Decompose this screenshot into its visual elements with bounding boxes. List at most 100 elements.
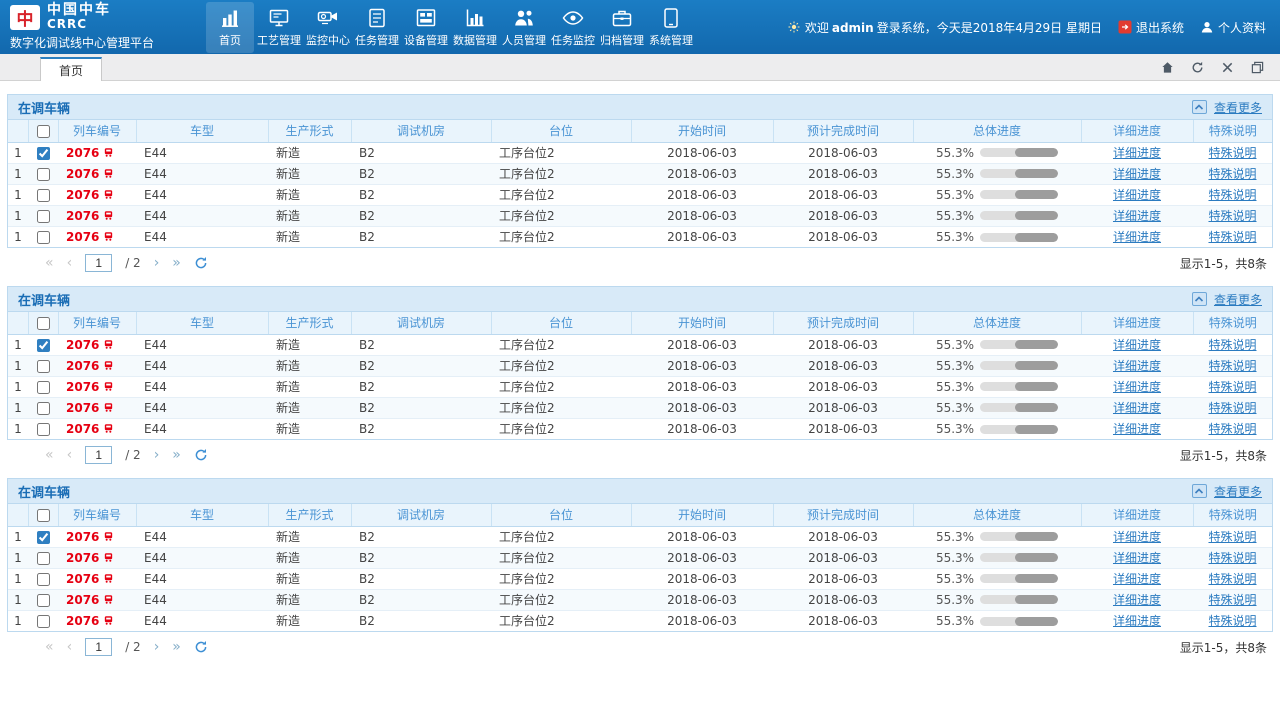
detail-progress-link[interactable]: 详细进度 bbox=[1113, 572, 1161, 586]
row-checkbox[interactable] bbox=[36, 338, 50, 352]
nav-item-data[interactable]: 数据管理 bbox=[451, 2, 499, 53]
row-checkbox[interactable] bbox=[36, 593, 50, 607]
windows-icon[interactable] bbox=[1251, 61, 1264, 74]
prev-page-button[interactable]: ‹ bbox=[67, 640, 73, 654]
refresh-icon[interactable] bbox=[194, 256, 208, 270]
row-checkbox[interactable] bbox=[36, 146, 50, 160]
nav-item-home[interactable]: 首页 bbox=[206, 1, 254, 53]
last-page-button[interactable]: » bbox=[172, 448, 181, 462]
special-note-link[interactable]: 特殊说明 bbox=[1208, 593, 1256, 607]
detail-progress-link[interactable]: 详细进度 bbox=[1113, 380, 1161, 394]
detail-progress-link[interactable]: 详细进度 bbox=[1113, 551, 1161, 565]
detail-progress-link[interactable]: 详细进度 bbox=[1113, 188, 1161, 202]
detail-progress-link[interactable]: 详细进度 bbox=[1113, 593, 1161, 607]
tab-home[interactable]: 首页 bbox=[40, 57, 102, 81]
special-note-link[interactable]: 特殊说明 bbox=[1208, 338, 1256, 352]
train-number[interactable]: 2076 bbox=[66, 422, 99, 436]
special-note-link[interactable]: 特殊说明 bbox=[1208, 614, 1256, 628]
detail-progress-link[interactable]: 详细进度 bbox=[1113, 401, 1161, 415]
special-note-link[interactable]: 特殊说明 bbox=[1208, 146, 1256, 160]
profile-button[interactable]: 个人资料 bbox=[1200, 19, 1266, 36]
train-number[interactable]: 2076 bbox=[66, 380, 99, 394]
row-checkbox[interactable] bbox=[36, 188, 50, 202]
special-note-link[interactable]: 特殊说明 bbox=[1208, 551, 1256, 565]
detail-progress-link[interactable]: 详细进度 bbox=[1113, 614, 1161, 628]
first-page-button[interactable]: « bbox=[45, 640, 54, 654]
train-number[interactable]: 2076 bbox=[66, 401, 99, 415]
special-note-link[interactable]: 特殊说明 bbox=[1208, 530, 1256, 544]
train-number[interactable]: 2076 bbox=[66, 551, 99, 565]
special-note-link[interactable]: 特殊说明 bbox=[1208, 209, 1256, 223]
special-note-link[interactable]: 特殊说明 bbox=[1208, 401, 1256, 415]
train-number[interactable]: 2076 bbox=[66, 146, 99, 160]
train-number[interactable]: 2076 bbox=[66, 209, 99, 223]
last-page-button[interactable]: » bbox=[172, 256, 181, 270]
nav-item-monitor-center[interactable]: 监控中心 bbox=[304, 2, 352, 53]
special-note-link[interactable]: 特殊说明 bbox=[1208, 167, 1256, 181]
select-all-checkbox[interactable] bbox=[36, 124, 50, 138]
nav-item-task-monitor[interactable]: 任务监控 bbox=[549, 2, 597, 53]
row-checkbox[interactable] bbox=[36, 422, 50, 436]
row-checkbox[interactable] bbox=[36, 551, 50, 565]
train-number[interactable]: 2076 bbox=[66, 614, 99, 628]
train-number[interactable]: 2076 bbox=[66, 167, 99, 181]
detail-progress-link[interactable]: 详细进度 bbox=[1113, 167, 1161, 181]
first-page-button[interactable]: « bbox=[45, 256, 54, 270]
refresh-icon[interactable] bbox=[194, 448, 208, 462]
page-number-input[interactable] bbox=[85, 446, 113, 464]
page-number-input[interactable] bbox=[85, 254, 113, 272]
nav-item-archive[interactable]: 归档管理 bbox=[598, 2, 646, 53]
next-page-button[interactable]: › bbox=[154, 256, 160, 270]
select-all-checkbox[interactable] bbox=[36, 316, 50, 330]
row-checkbox[interactable] bbox=[36, 230, 50, 244]
special-note-link[interactable]: 特殊说明 bbox=[1208, 422, 1256, 436]
prev-page-button[interactable]: ‹ bbox=[67, 256, 73, 270]
collapse-icon[interactable] bbox=[1191, 292, 1207, 306]
logout-button[interactable]: 退出系统 bbox=[1118, 19, 1184, 36]
special-note-link[interactable]: 特殊说明 bbox=[1208, 230, 1256, 244]
view-more-link[interactable]: 查看更多 bbox=[1214, 99, 1262, 116]
nav-item-people[interactable]: 人员管理 bbox=[500, 2, 548, 53]
nav-item-task[interactable]: 任务管理 bbox=[353, 2, 401, 53]
row-checkbox[interactable] bbox=[36, 167, 50, 181]
refresh-icon[interactable] bbox=[1191, 61, 1204, 74]
collapse-icon[interactable] bbox=[1191, 100, 1207, 114]
detail-progress-link[interactable]: 详细进度 bbox=[1113, 230, 1161, 244]
nav-item-process[interactable]: 工艺管理 bbox=[255, 2, 303, 53]
first-page-button[interactable]: « bbox=[45, 448, 54, 462]
train-number[interactable]: 2076 bbox=[66, 230, 99, 244]
special-note-link[interactable]: 特殊说明 bbox=[1208, 380, 1256, 394]
view-more-link[interactable]: 查看更多 bbox=[1214, 291, 1262, 308]
nav-item-system[interactable]: 系统管理 bbox=[647, 2, 695, 53]
refresh-icon[interactable] bbox=[194, 640, 208, 654]
detail-progress-link[interactable]: 详细进度 bbox=[1113, 209, 1161, 223]
row-checkbox[interactable] bbox=[36, 359, 50, 373]
special-note-link[interactable]: 特殊说明 bbox=[1208, 359, 1256, 373]
close-icon[interactable] bbox=[1221, 61, 1234, 74]
row-checkbox[interactable] bbox=[36, 209, 50, 223]
collapse-icon[interactable] bbox=[1191, 484, 1207, 498]
train-number[interactable]: 2076 bbox=[66, 338, 99, 352]
prev-page-button[interactable]: ‹ bbox=[67, 448, 73, 462]
row-checkbox[interactable] bbox=[36, 572, 50, 586]
train-number[interactable]: 2076 bbox=[66, 572, 99, 586]
view-more-link[interactable]: 查看更多 bbox=[1214, 483, 1262, 500]
special-note-link[interactable]: 特殊说明 bbox=[1208, 572, 1256, 586]
next-page-button[interactable]: › bbox=[154, 640, 160, 654]
page-number-input[interactable] bbox=[85, 638, 113, 656]
detail-progress-link[interactable]: 详细进度 bbox=[1113, 422, 1161, 436]
train-number[interactable]: 2076 bbox=[66, 530, 99, 544]
train-number[interactable]: 2076 bbox=[66, 359, 99, 373]
special-note-link[interactable]: 特殊说明 bbox=[1208, 188, 1256, 202]
select-all-checkbox[interactable] bbox=[36, 508, 50, 522]
detail-progress-link[interactable]: 详细进度 bbox=[1113, 338, 1161, 352]
nav-item-device[interactable]: 设备管理 bbox=[402, 2, 450, 53]
row-checkbox[interactable] bbox=[36, 401, 50, 415]
detail-progress-link[interactable]: 详细进度 bbox=[1113, 530, 1161, 544]
last-page-button[interactable]: » bbox=[172, 640, 181, 654]
home-icon[interactable] bbox=[1161, 61, 1174, 74]
row-checkbox[interactable] bbox=[36, 530, 50, 544]
next-page-button[interactable]: › bbox=[154, 448, 160, 462]
row-checkbox[interactable] bbox=[36, 614, 50, 628]
row-checkbox[interactable] bbox=[36, 380, 50, 394]
